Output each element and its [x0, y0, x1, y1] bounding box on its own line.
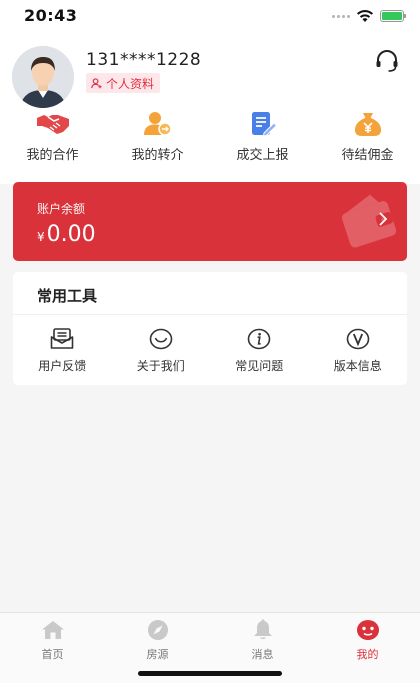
tools-title: 常用工具 — [37, 287, 98, 305]
tab-label: 房源 — [146, 648, 169, 661]
tab-label: 我的 — [356, 648, 379, 661]
bell-icon — [253, 619, 272, 639]
tab-label: 首页 — [41, 648, 64, 661]
feedback-mail-icon — [50, 328, 74, 349]
profile-info-label: 个人资料 — [106, 76, 155, 91]
tool-faq[interactable]: 常见问题 — [210, 327, 309, 374]
account-balance-card[interactable]: 账户余额 ¥0.00 — [13, 182, 407, 261]
tool-about-us[interactable]: 关于我们 — [112, 327, 211, 374]
tool-label: 用户反馈 — [38, 359, 87, 373]
tool-user-feedback[interactable]: 用户反馈 — [13, 327, 112, 374]
info-icon — [247, 328, 271, 350]
profile-header: 131****1228 个人资料 我的合作 我的转介 成交上报 待结佣金 — [0, 34, 420, 184]
status-bar: 20:43 — [0, 0, 420, 34]
person-icon — [91, 77, 102, 88]
tool-label: 版本信息 — [333, 359, 382, 373]
tab-mine[interactable]: 我的 — [315, 613, 420, 683]
balance-value: 0.00 — [46, 222, 96, 247]
tab-home[interactable]: 首页 — [0, 613, 105, 683]
tab-label: 消息 — [251, 648, 274, 661]
tool-label: 常见问题 — [235, 359, 284, 373]
quick-action-label: 我的转介 — [131, 148, 184, 163]
quick-action-referral[interactable]: 我的转介 — [105, 110, 210, 163]
profile-robot-icon — [356, 620, 379, 640]
customer-service-headset-icon[interactable] — [374, 48, 400, 74]
common-tools-card: 常用工具 用户反馈 关于我们 常见问题 版本信息 — [13, 272, 407, 385]
quick-action-pending-commission[interactable]: 待结佣金 — [315, 110, 420, 163]
wallet-icon — [341, 194, 397, 248]
money-bag-icon — [354, 113, 381, 136]
referral-person-icon — [143, 112, 172, 136]
tool-label: 关于我们 — [136, 359, 185, 373]
battery-icon — [380, 10, 406, 22]
quick-action-cooperation[interactable]: 我的合作 — [0, 110, 105, 163]
quick-action-label: 成交上报 — [236, 148, 289, 163]
currency-symbol: ¥ — [37, 230, 45, 244]
report-document-icon — [251, 112, 277, 137]
status-time: 20:43 — [24, 6, 78, 25]
quick-actions: 我的合作 我的转介 成交上报 待结佣金 — [0, 110, 420, 163]
tool-version-info[interactable]: 版本信息 — [309, 327, 408, 374]
home-indicator — [138, 671, 282, 676]
username: 131****1228 — [86, 50, 202, 70]
chevron-right-icon — [379, 212, 388, 226]
handshake-icon — [36, 115, 69, 134]
divider — [13, 314, 407, 315]
quick-action-label: 待结佣金 — [341, 148, 394, 163]
avatar[interactable] — [12, 46, 74, 108]
cellular-signal-icon — [332, 15, 350, 18]
quick-action-deal-report[interactable]: 成交上报 — [210, 110, 315, 163]
wifi-icon — [357, 10, 373, 22]
balance-amount: ¥0.00 — [37, 222, 96, 247]
smile-icon — [149, 328, 173, 350]
version-icon — [346, 328, 370, 350]
profile-info-button[interactable]: 个人资料 — [86, 73, 161, 93]
compass-icon — [147, 620, 168, 640]
quick-action-label: 我的合作 — [26, 148, 79, 163]
home-icon — [41, 621, 64, 639]
tools-grid: 用户反馈 关于我们 常见问题 版本信息 — [13, 327, 407, 374]
balance-label: 账户余额 — [37, 202, 86, 216]
